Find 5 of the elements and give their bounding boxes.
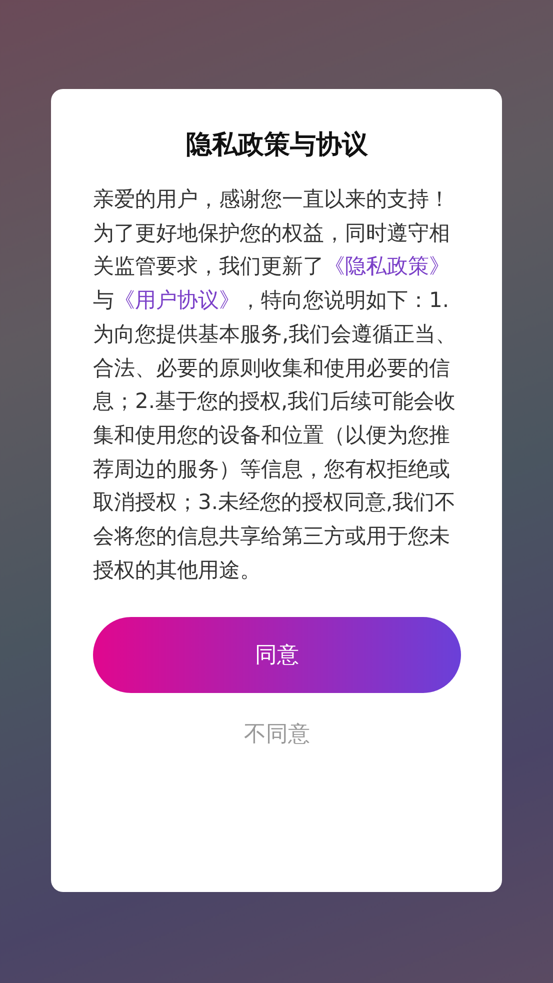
policy-link[interactable]: 《用户协议》 [114, 288, 240, 312]
dialog-title: 隐私政策与协议 [185, 129, 369, 162]
agree-button[interactable]: 同意 [93, 617, 461, 694]
policy-text: 亲爱的用户，感谢您一直以来的支持！ 为了更好地保护您的权益，同时遵守相关监管要求，我们更新了《隐私政策》 与《用户协议》，特向您说明如下：1.为向您提供基本服务,我们会遵循正当、合法、必要的原则收集和使用必要的信息；2.基于您的授权,我们后续可能会收集和使用您的设备和位置（以便为您推荐周边的服务）等信息，您有权拒绝或取消授权；3.未经您的授权同意,我们不会将您的信息共享给第三方或用于您未授权的其他用途。 [93, 186, 458, 584]
policy-link[interactable]: 《隐私政策》 [324, 254, 450, 278]
